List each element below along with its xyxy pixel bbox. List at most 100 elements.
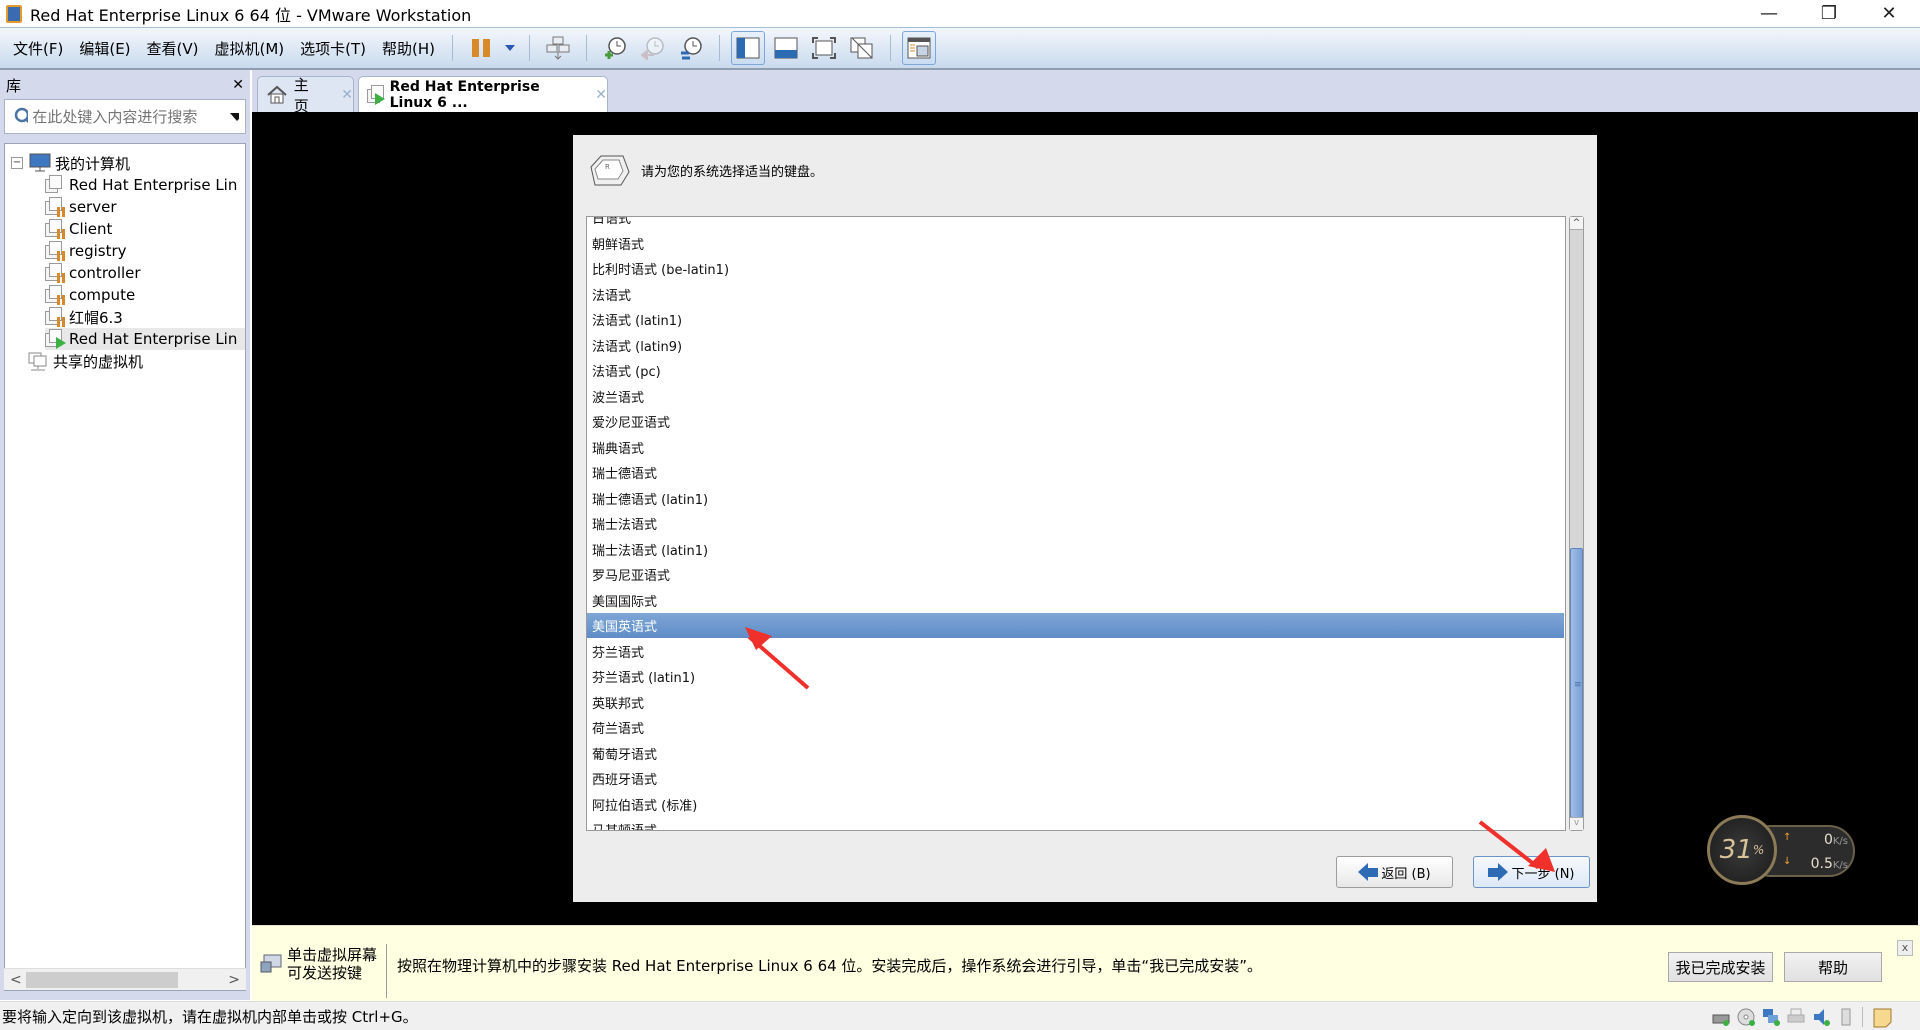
- keyboard-item[interactable]: 法语式: [587, 282, 1564, 307]
- tab-rhel-vm[interactable]: Red Hat Enterprise Linux 6 ... ✕: [358, 76, 608, 112]
- restore-icon: ❐: [1820, 3, 1838, 24]
- sound-card-icon[interactable]: [1812, 1008, 1830, 1026]
- usb-icon[interactable]: [1837, 1008, 1855, 1026]
- collapse-icon[interactable]: −: [11, 157, 23, 169]
- tree-node-vm[interactable]: Client: [45, 218, 112, 240]
- tree-node-vm[interactable]: Red Hat Enterprise Lin: [45, 328, 245, 350]
- tree-node-vm[interactable]: registry: [45, 240, 127, 262]
- keyboard-item[interactable]: 波兰语式: [587, 384, 1564, 409]
- tree-node-label: registry: [69, 242, 127, 260]
- keyboard-item[interactable]: 芬兰语式: [587, 639, 1564, 664]
- keyboard-item[interactable]: 葡萄牙语式: [587, 741, 1564, 766]
- scroll-up-icon[interactable]: ^: [1570, 217, 1583, 230]
- menu-help[interactable]: 帮助(H): [374, 38, 443, 59]
- keyboard-item[interactable]: 荷兰语式: [587, 715, 1564, 740]
- console-view-button[interactable]: [902, 31, 937, 65]
- unity-button[interactable]: [845, 31, 879, 65]
- keyboard-item[interactable]: 芬兰语式 (latin1): [587, 664, 1564, 689]
- menu-vm[interactable]: 虚拟机(M): [207, 38, 293, 59]
- power-dropdown-button[interactable]: [502, 31, 518, 65]
- next-arrow-icon-tail: [1488, 867, 1499, 877]
- keyboard-item[interactable]: 英联邦式: [587, 690, 1564, 715]
- toolbar-separator: [719, 35, 721, 61]
- tree-node-my-computer[interactable]: − 我的计算机: [11, 152, 130, 174]
- keyboard-item-selected[interactable]: 美国英语式: [587, 613, 1564, 638]
- keyboard-item[interactable]: 瑞典语式: [587, 435, 1564, 460]
- menu-view[interactable]: 查看(V): [139, 38, 207, 59]
- minimize-icon: —: [1760, 3, 1778, 24]
- keyboard-item[interactable]: 美国国际式: [587, 588, 1564, 613]
- printer-icon[interactable]: [1787, 1008, 1805, 1026]
- close-tab-icon[interactable]: ✕: [341, 87, 353, 103]
- finished-install-button[interactable]: 我已完成安装: [1668, 952, 1773, 982]
- show-library-button[interactable]: [731, 31, 766, 65]
- keyboard-layout-list[interactable]: 日语式 朝鲜语式 比利时语式 (be-latin1) 法语式 法语式 (latin1) 法…: [586, 216, 1566, 831]
- minimize-button[interactable]: —: [1740, 0, 1798, 27]
- restore-button[interactable]: ❐: [1800, 0, 1858, 27]
- scroll-down-icon[interactable]: v: [1570, 817, 1583, 830]
- tree-node-vm[interactable]: server: [45, 196, 116, 218]
- snapshot-manager-button[interactable]: [674, 31, 708, 65]
- tree-node-shared-vms[interactable]: 共享的虚拟机: [27, 350, 143, 372]
- menu-tabs[interactable]: 选项卡(T): [292, 38, 374, 59]
- shared-vms-icon: [28, 352, 47, 371]
- network-adapter-icon[interactable]: [1762, 1008, 1780, 1026]
- show-library-icon: [736, 37, 760, 59]
- back-button[interactable]: 返回 (B): [1336, 856, 1453, 888]
- close-tab-icon[interactable]: ✕: [595, 87, 607, 103]
- tree-node-vm[interactable]: Red Hat Enterprise Lin: [45, 174, 237, 196]
- keyboard-item[interactable]: 法语式 (pc): [587, 358, 1564, 383]
- keyboard-item[interactable]: 爱沙尼亚语式: [587, 409, 1564, 434]
- keyboard-list-scrollbar[interactable]: ^ ≡ v: [1569, 216, 1584, 831]
- keyboard-item[interactable]: 比利时语式 (be-latin1): [587, 256, 1564, 281]
- full-screen-button[interactable]: [807, 31, 841, 65]
- tree-node-vm[interactable]: 红帽6.3: [45, 306, 123, 328]
- vmware-workstation-window: Red Hat Enterprise Linux 6 64 位 - VMware…: [0, 0, 1920, 1030]
- send-ctrl-alt-del-button[interactable]: [541, 31, 575, 65]
- keyboard-item[interactable]: 罗马尼亚语式: [587, 562, 1564, 587]
- snapshot-manager-icon: [681, 37, 702, 60]
- tab-home[interactable]: 主页 ✕: [257, 76, 354, 115]
- send-ctrl-alt-del-icon: [546, 36, 570, 60]
- scroll-left-icon[interactable]: <: [10, 972, 22, 988]
- hard-disk-icon[interactable]: [1712, 1008, 1730, 1026]
- take-snapshot-button[interactable]: [598, 31, 632, 65]
- tree-node-label: 我的计算机: [55, 154, 131, 173]
- menu-file[interactable]: 文件(F): [5, 38, 71, 59]
- close-notification-button[interactable]: x: [1897, 940, 1913, 956]
- keyboard-item[interactable]: 法语式 (latin9): [587, 333, 1564, 358]
- search-dropdown-icon[interactable]: [226, 111, 239, 123]
- keyboard-item[interactable]: 西班牙语式: [587, 766, 1564, 791]
- status-bar: 要将输入定向到该虚拟机，请在虚拟机内部单击或按 Ctrl+G。: [0, 1001, 1920, 1030]
- tree-node-vm[interactable]: compute: [45, 284, 135, 306]
- window-title: Red Hat Enterprise Linux 6 64 位 - VMware…: [30, 5, 472, 25]
- library-search-input[interactable]: [28, 107, 227, 126]
- keyboard-item[interactable]: 朝鲜语式: [587, 231, 1564, 256]
- scroll-right-icon[interactable]: >: [228, 972, 240, 988]
- keyboard-item[interactable]: 法语式 (latin1): [587, 307, 1564, 332]
- keyboard-item[interactable]: 瑞士法语式: [587, 511, 1564, 536]
- help-button[interactable]: 帮助: [1784, 952, 1882, 982]
- pause-button[interactable]: [464, 31, 498, 65]
- thumbnail-bar-button[interactable]: [769, 31, 803, 65]
- message-log-icon[interactable]: [1873, 1008, 1893, 1028]
- close-window-button[interactable]: ✕: [1860, 0, 1918, 27]
- keyboard-item[interactable]: 阿拉伯语式 (标准): [587, 792, 1564, 817]
- tree-horizontal-scrollbar[interactable]: < >: [4, 968, 246, 990]
- network-speed-widget: 31% ↑ 0K/s ↓ 0.5K/s: [1705, 815, 1855, 885]
- scrollbar-thumb[interactable]: [26, 972, 178, 988]
- menu-edit[interactable]: 编辑(E): [71, 38, 138, 59]
- revert-snapshot-button[interactable]: [636, 31, 670, 65]
- close-library-button[interactable]: ✕: [232, 77, 244, 93]
- tree-node-vm[interactable]: controller: [45, 262, 141, 284]
- keyboard-item[interactable]: 瑞士德语式: [587, 460, 1564, 485]
- toolbar-separator: [452, 35, 454, 61]
- scrollbar-thumb[interactable]: ≡: [1570, 548, 1583, 818]
- keyboard-item[interactable]: 瑞士德语式 (latin1): [587, 486, 1564, 511]
- tree-node-label: 红帽6.3: [69, 308, 123, 327]
- download-speed: ↓ 0.5K/s: [1783, 856, 1848, 872]
- keyboard-item[interactable]: 日语式: [587, 217, 1564, 230]
- keyboard-item[interactable]: 瑞士法语式 (latin1): [587, 537, 1564, 562]
- keyboard-item[interactable]: 马其顿语式: [587, 817, 1564, 830]
- cd-dvd-icon[interactable]: [1737, 1008, 1755, 1026]
